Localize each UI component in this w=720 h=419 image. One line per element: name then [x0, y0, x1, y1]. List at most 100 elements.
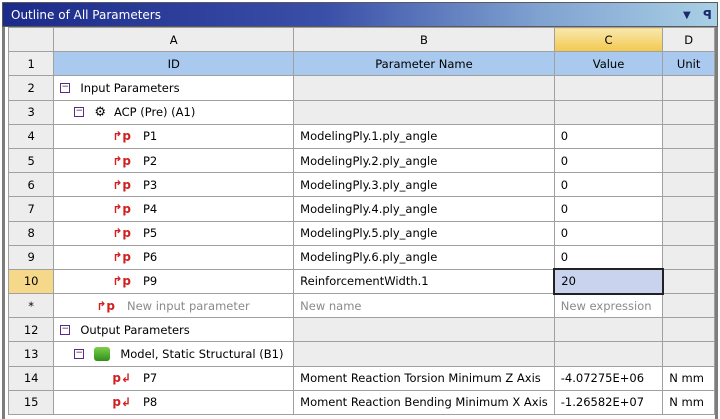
unit-cell[interactable]	[662, 99, 715, 125]
id-cell[interactable]: ↱p P2	[53, 147, 295, 174]
id-cell[interactable]: − Output Parameters	[53, 317, 295, 343]
row-number[interactable]: 10	[7, 268, 55, 295]
id-cell[interactable]: − ⚙ ACP (Pre) (A1)	[53, 99, 295, 125]
parameter-name-cell[interactable]	[293, 317, 555, 343]
pin-icon[interactable]: ꟼ	[703, 3, 712, 28]
parameter-id: P1	[142, 129, 158, 144]
table-row: 14 p↲ P7 Moment Reaction Torsion Minimum …	[7, 365, 715, 391]
parameter-name-cell[interactable]: ModelingPly.2.ply_angle	[293, 147, 555, 174]
input-parameter-icon: ↱p	[112, 201, 131, 216]
value-cell[interactable]	[553, 317, 664, 343]
unit-cell[interactable]	[662, 341, 715, 367]
collapse-icon[interactable]: −	[60, 83, 71, 94]
unit-cell[interactable]	[662, 317, 715, 343]
id-cell[interactable]: ↱p New input parameter	[53, 293, 295, 319]
value-cell[interactable]: 0	[553, 244, 664, 270]
parameter-id[interactable]: New input parameter	[127, 299, 250, 313]
parameter-name-cell[interactable]: ModelingPly.1.ply_angle	[293, 123, 555, 149]
unit-cell[interactable]	[662, 293, 715, 319]
id-cell[interactable]: − Model, Static Structural (B1)	[53, 341, 295, 367]
parameter-name-cell[interactable]	[293, 75, 555, 101]
row-number[interactable]: 14	[7, 365, 55, 391]
parameter-name-cell[interactable]: Moment Reaction Bending Minimum X Axis	[293, 389, 555, 416]
collapse-icon[interactable]: −	[60, 325, 71, 336]
column-header-a[interactable]: A	[53, 26, 295, 53]
unit-cell[interactable]	[662, 123, 715, 149]
row-number[interactable]: 7	[7, 196, 55, 222]
dropdown-icon[interactable]: ▼	[683, 3, 691, 28]
row-number[interactable]: 5	[7, 147, 55, 174]
value-cell[interactable]: -4.07275E+06	[553, 365, 664, 391]
value-cell[interactable]: -1.26582E+07	[553, 389, 664, 416]
value-cell[interactable]: 0	[553, 220, 664, 246]
row-number[interactable]: 2	[7, 75, 55, 101]
column-header-d[interactable]: D	[662, 26, 715, 53]
parameter-name-cell[interactable]: ModelingPly.4.ply_angle	[293, 196, 555, 222]
parameter-name-cell[interactable]: New name	[293, 293, 555, 319]
parameter-name-cell[interactable]: ModelingPly.5.ply_angle	[293, 220, 555, 246]
parameter-id: P6	[142, 250, 158, 265]
id-cell[interactable]: ↱p P5	[53, 220, 295, 246]
value-cell[interactable]	[553, 341, 664, 367]
collapse-icon[interactable]: −	[74, 107, 85, 118]
parameter-name-cell[interactable]	[293, 99, 555, 125]
unit-cell[interactable]	[662, 244, 715, 270]
value-cell[interactable]	[553, 99, 664, 125]
row-number[interactable]: 15	[7, 389, 55, 416]
value-cell[interactable]: 0	[553, 147, 664, 174]
panel-title-bar: Outline of All Parameters ▼ ꟼ	[2, 2, 718, 27]
parameters-grid: A B C D 1 ID Parameter Name Value Unit 2…	[2, 26, 718, 419]
parameter-id: P5	[142, 226, 158, 241]
parameter-name-cell[interactable]	[293, 341, 555, 367]
value-cell[interactable]: 0	[553, 196, 664, 222]
row-number[interactable]: 8	[7, 220, 55, 246]
row-number[interactable]: 3	[7, 99, 55, 125]
unit-cell[interactable]: N mm	[662, 365, 715, 391]
id-cell[interactable]: ↱p P1	[53, 123, 295, 149]
id-cell[interactable]: ↱p P9	[53, 268, 295, 295]
unit-cell[interactable]	[662, 196, 715, 222]
parameter-name-cell[interactable]: ModelingPly.6.ply_angle	[293, 244, 555, 270]
column-header-b[interactable]: B	[293, 26, 555, 53]
system-label: Model, Static Structural (B1)	[120, 346, 284, 361]
table-row: 12 − Output Parameters	[7, 317, 715, 343]
unit-cell[interactable]	[662, 147, 715, 174]
corner-cell[interactable]	[7, 26, 55, 53]
unit-cell[interactable]	[662, 172, 715, 198]
value-cell[interactable]: 0	[553, 172, 664, 198]
table-row: * ↱p New input parameter New name New exp…	[7, 293, 715, 319]
table-row: 10 ↱p P9 ReinforcementWidth.1 20	[7, 268, 715, 295]
unit-cell[interactable]: N mm	[662, 389, 715, 416]
value-cell[interactable]	[553, 75, 664, 101]
id-cell[interactable]: ↱p P4	[53, 196, 295, 222]
unit-cell[interactable]	[662, 268, 715, 295]
unit-cell[interactable]	[662, 220, 715, 246]
static-structural-icon	[94, 347, 111, 362]
table-row: 9 ↱p P6 ModelingPly.6.ply_angle 0	[7, 244, 715, 270]
row-number[interactable]: 1	[7, 51, 55, 77]
value-cell[interactable]: New expression	[553, 293, 664, 319]
column-header-c[interactable]: C	[553, 26, 664, 53]
row-number[interactable]: 13	[7, 341, 55, 367]
id-cell[interactable]: − Input Parameters	[53, 75, 295, 101]
id-cell[interactable]: p↲ P8	[53, 389, 295, 416]
parameter-name-cell[interactable]: ReinforcementWidth.1	[293, 268, 555, 295]
row-number[interactable]: 6	[7, 172, 55, 198]
id-cell[interactable]: p↲ P7	[53, 365, 295, 391]
row-number[interactable]: *	[7, 293, 55, 319]
table-row: 13 − Model, Static Structural (B1)	[7, 341, 715, 367]
input-parameter-icon: ↱p	[112, 153, 131, 168]
value-cell[interactable]: 20	[553, 268, 664, 295]
id-cell[interactable]: ↱p P3	[53, 172, 295, 198]
table-row: 15 p↲ P8 Moment Reaction Bending Minimum …	[7, 389, 715, 416]
id-cell[interactable]: ↱p P6	[53, 244, 295, 270]
table-row: 5 ↱p P2 ModelingPly.2.ply_angle 0	[7, 147, 715, 174]
row-number[interactable]: 9	[7, 244, 55, 270]
row-number[interactable]: 4	[7, 123, 55, 149]
row-number[interactable]: 12	[7, 317, 55, 343]
collapse-icon[interactable]: −	[74, 349, 85, 360]
parameter-name-cell[interactable]: ModelingPly.3.ply_angle	[293, 172, 555, 198]
value-cell[interactable]: 0	[553, 123, 664, 149]
unit-cell[interactable]	[662, 75, 715, 101]
parameter-name-cell[interactable]: Moment Reaction Torsion Minimum Z Axis	[293, 365, 555, 391]
